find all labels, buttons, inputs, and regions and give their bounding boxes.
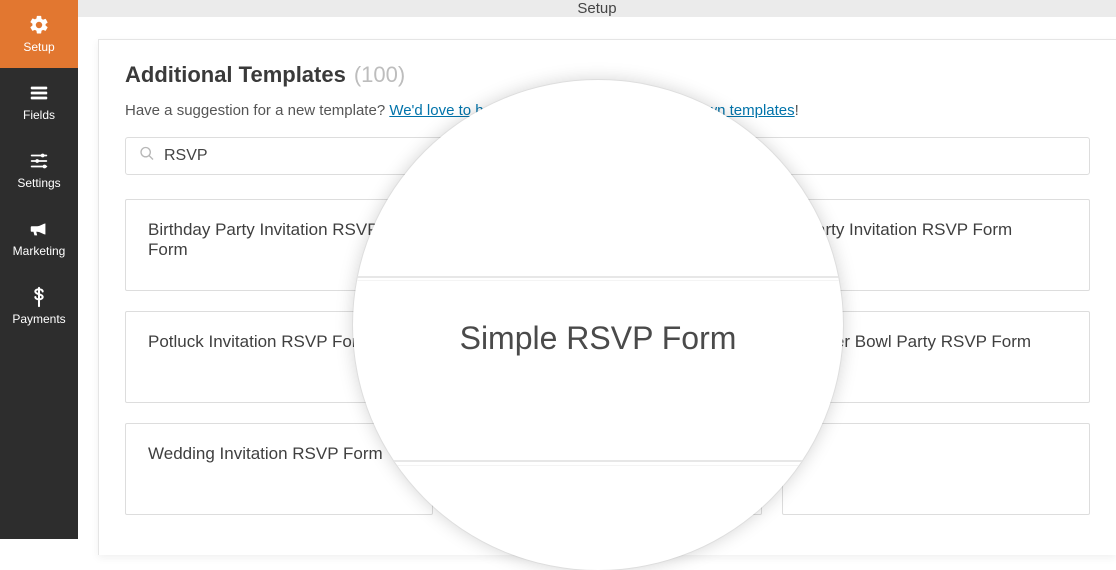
sidebar-item-payments[interactable]: Payments: [0, 272, 78, 340]
sidebar-item-settings[interactable]: Settings: [0, 136, 78, 204]
magnifier-overlay: Simple RSVP Form: [353, 80, 843, 570]
magnifier-divider: [353, 460, 843, 462]
header: Setup: [78, 0, 1116, 17]
sidebar-item-label: Marketing: [13, 244, 66, 258]
dollar-icon: [28, 286, 50, 308]
magnifier-label: Simple RSVP Form: [460, 320, 737, 356]
page-title: Setup: [577, 0, 616, 17]
sliders-icon: [28, 150, 50, 172]
sidebar-item-label: Payments: [12, 312, 65, 326]
magnifier-divider: [353, 465, 843, 466]
sidebar-item-label: Settings: [17, 176, 60, 190]
fields-icon: [28, 82, 50, 104]
sidebar-item-setup[interactable]: Setup: [0, 0, 78, 68]
sidebar-item-label: Setup: [23, 40, 54, 54]
sidebar: Setup Fields Settings Marketing Payments: [0, 0, 78, 539]
gear-icon: [28, 14, 50, 36]
bullhorn-icon: [28, 218, 50, 240]
template-label: Wedding Invitation RSVP Form: [148, 444, 383, 464]
subtext-prefix: Have a suggestion for a new template?: [125, 102, 389, 119]
sidebar-item-label: Fields: [23, 108, 55, 122]
sidebar-item-marketing[interactable]: Marketing: [0, 204, 78, 272]
magnifier-divider: [353, 276, 843, 278]
magnifier-divider: [353, 280, 843, 281]
panel-title: Additional Templates: [125, 62, 346, 88]
sidebar-item-fields[interactable]: Fields: [0, 68, 78, 136]
template-label: Potluck Invitation RSVP Form: [148, 332, 372, 352]
search-icon: [139, 146, 155, 167]
